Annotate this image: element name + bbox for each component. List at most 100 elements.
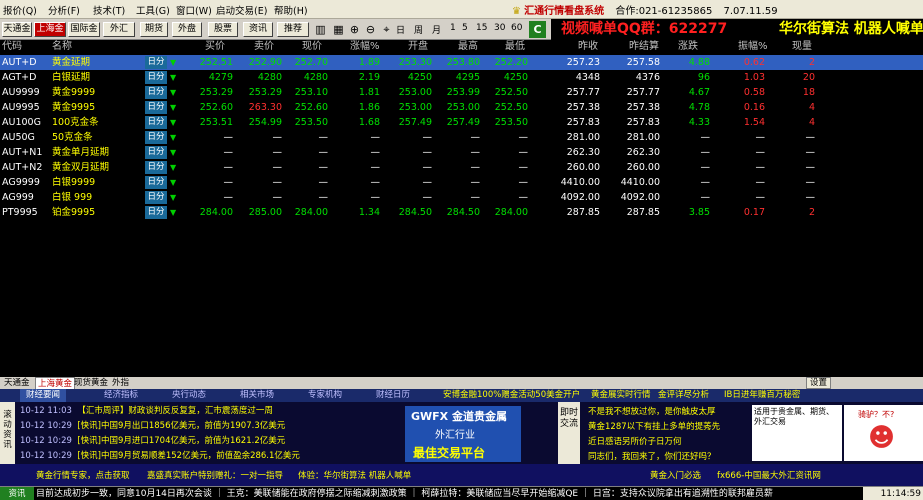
zoom-in-icon[interactable]: ⊕	[346, 21, 363, 38]
hot-link-2[interactable]: 黄金展实时行情	[591, 389, 651, 402]
chart-tag-button[interactable]: 日分	[145, 161, 167, 174]
period-60[interactable]: 60	[511, 23, 522, 33]
ad-qq-group[interactable]: 视频喊单QQ群：622277	[561, 19, 727, 40]
chart-tag-button[interactable]: 日分	[145, 101, 167, 114]
news-item[interactable]: 10-12 10:29 [快讯]中国9月贸易顺差152亿美元，前值盈余286.1…	[20, 449, 400, 464]
tb-qihuo[interactable]: 期货	[140, 22, 168, 37]
col-buy[interactable]: 买价	[205, 40, 225, 54]
period-1[interactable]: 1	[450, 23, 456, 33]
table-row[interactable]: AUT+N1 黄金单月延期 日分 ▼ — — — — — — — 262.30 262.30 — — —	[0, 145, 923, 160]
dropdown-arrow-icon[interactable]: ▼	[170, 100, 176, 115]
settings-button[interactable]: 设置	[806, 377, 832, 389]
dropdown-arrow-icon[interactable]: ▼	[170, 145, 176, 160]
col-name[interactable]: 名称	[52, 40, 72, 54]
col-chg[interactable]: 涨幅%	[350, 40, 380, 54]
menu-help[interactable]: 帮助(H)	[274, 3, 308, 17]
col-high[interactable]: 最高	[458, 40, 478, 54]
tb-zixun[interactable]: 资讯	[243, 22, 273, 37]
tab-shanghai-gold[interactable]: 上海黄金	[35, 377, 76, 389]
col-amp[interactable]: 振幅%	[738, 40, 768, 54]
table-row[interactable]: AG9999 白银9999 日分 ▼ — — — — — — — 4410.00 4410.00 — — —	[0, 175, 923, 190]
dropdown-arrow-icon[interactable]: ▼	[170, 175, 176, 190]
menu-start-trade[interactable]: 启动交易(E)	[216, 3, 267, 17]
chart-tag-button[interactable]: 日分	[145, 176, 167, 189]
col-sell[interactable]: 卖价	[254, 40, 274, 54]
col-code[interactable]: 代码	[2, 40, 22, 54]
tb-tiantongjin[interactable]: 天通金	[2, 22, 32, 37]
col-low[interactable]: 最低	[505, 40, 525, 54]
newstab-headlines[interactable]: 财经要闻	[20, 389, 67, 402]
period-30[interactable]: 30	[494, 23, 505, 33]
tab-spot-gold[interactable]: 现货黄金	[74, 377, 108, 389]
hot-link-4[interactable]: IB日进年赚百万秘密	[724, 389, 800, 402]
dropdown-arrow-icon[interactable]: ▼	[170, 205, 176, 220]
tb-shanghaijin[interactable]: 上海金	[34, 22, 66, 37]
tb-tuijian[interactable]: 推荐	[277, 22, 309, 37]
chart-tag-button[interactable]: 日分	[145, 56, 167, 69]
chat-item[interactable]: 不是我不想放过你，是你触皮太厚	[588, 405, 748, 420]
footer-link[interactable]: 黄金行情专家，点击获取	[36, 469, 130, 481]
dropdown-arrow-icon[interactable]: ▼	[170, 85, 176, 100]
refresh-icon[interactable]: C	[529, 21, 546, 38]
table-row[interactable]: AU50G 50克金条 日分 ▼ — — — — — — — 281.00 281.00 — — —	[0, 130, 923, 145]
dropdown-arrow-icon[interactable]: ▼	[170, 55, 176, 70]
footer-link[interactable]: 黄金入门必选	[650, 469, 701, 481]
zoom-out-icon[interactable]: ⊖	[362, 21, 379, 38]
chart-tag-button[interactable]: 日分	[145, 146, 167, 159]
grid-icon[interactable]: ▦	[330, 21, 347, 38]
dropdown-arrow-icon[interactable]: ▼	[170, 130, 176, 145]
menu-analysis[interactable]: 分析(F)	[48, 3, 80, 17]
newstab-calendar[interactable]: 财经日历	[376, 389, 410, 402]
cursor-icon[interactable]: ⌖	[378, 21, 395, 38]
chart-tag-button[interactable]: 日分	[145, 71, 167, 84]
chart-tag-button[interactable]: 日分	[145, 116, 167, 129]
table-row[interactable]: AUT+D 黄金延期 日分 ▼ 252.51 252.90 252.70 1.89 253.30…	[0, 55, 923, 70]
menu-window[interactable]: 窗口(W)	[176, 3, 212, 17]
chart-tag-button[interactable]: 日分	[145, 131, 167, 144]
chat-item[interactable]: 黄金1287以下有挂上多单的提莠先	[588, 420, 748, 435]
col-open[interactable]: 开盘	[408, 40, 428, 54]
ad-banner[interactable]: 视频喊单QQ群：622277 华尔街算法 机器人喊单	[551, 19, 923, 40]
table-row[interactable]: AU9995 黄金9995 日分 ▼ 252.60 263.30 252.60 1.86 253…	[0, 100, 923, 115]
hot-link-3[interactable]: 金评详尽分析	[658, 389, 709, 402]
tb-guojijin[interactable]: 国际金	[68, 22, 100, 37]
ad-software[interactable]: 适用于贵金属、期货、外汇交易	[752, 405, 842, 461]
table-row[interactable]: AU100G 100克金条 日分 ▼ 253.51 254.99 253.50 1.68 257…	[0, 115, 923, 130]
gwfx-banner[interactable]: GWFX 金道贵金属 外汇行业 最佳交易平台	[405, 406, 521, 462]
chart-tag-button[interactable]: 日分	[145, 191, 167, 204]
dropdown-arrow-icon[interactable]: ▼	[170, 70, 176, 85]
ad-robot[interactable]: 华尔街算法 机器人喊单	[779, 19, 923, 40]
footer-link[interactable]: 嘉盛真实账户特别赠礼：一对一指导	[147, 469, 283, 481]
news-status-label[interactable]: 资讯	[0, 487, 34, 500]
table-row[interactable]: PT9995 铂金9995 日分 ▼ 284.00 285.00 284.00 1.34 284…	[0, 205, 923, 220]
tb-waipan[interactable]: 外盘	[172, 22, 202, 37]
dropdown-arrow-icon[interactable]: ▼	[170, 160, 176, 175]
news-item[interactable]: 10-12 11:03 【汇市周评】财政谈判反反复复，汇市震荡度过一周	[20, 404, 400, 419]
footer-link[interactable]: fx666-中国最大外汇资讯网	[717, 469, 821, 481]
tab-tiantongjin[interactable]: 天通金	[4, 377, 30, 389]
newstab-central-bank[interactable]: 央行动态	[172, 389, 206, 402]
table-row[interactable]: AU9999 黄金9999 日分 ▼ 253.29 253.29 253.10 1.81 253…	[0, 85, 923, 100]
col-prev[interactable]: 昨收	[578, 40, 598, 54]
col-diff[interactable]: 涨跌	[678, 40, 698, 54]
tab-index[interactable]: 外指	[112, 377, 129, 389]
table-row[interactable]: AG999 白银 999 日分 ▼ — — — — — — — 4092.00 4092.00 — — —	[0, 190, 923, 205]
footer-link[interactable]: 体验：华尔街算法 机器人喊单	[298, 469, 411, 481]
news-item[interactable]: 10-12 10:29 [快讯]中国9月出口1856亿美元，前值为1907.3亿…	[20, 419, 400, 434]
period-5[interactable]: 5	[462, 23, 468, 33]
chat-item[interactable]: 近日感语另所价子日万何	[588, 435, 748, 450]
menu-technical[interactable]: 技术(T)	[93, 3, 125, 17]
chart-tag-button[interactable]: 日分	[145, 86, 167, 99]
ad-image[interactable]: 骑驴？不? ☻	[844, 405, 923, 461]
news-item[interactable]: 10-12 10:29 [快讯]中国9月进口1704亿美元，前值为1621.2亿…	[20, 434, 400, 449]
chart-tag-button[interactable]: 日分	[145, 206, 167, 219]
hot-link-1[interactable]: 安博金融100%赠金活动50美金开户	[443, 389, 580, 402]
table-row[interactable]: AUT+N2 黄金双月延期 日分 ▼ — — — — — — — 260.00 260.00 — — —	[0, 160, 923, 175]
col-vol[interactable]: 现量	[792, 40, 812, 54]
chat-item[interactable]: 同志们，我回来了，你们还好吗？	[588, 450, 748, 465]
col-prevset[interactable]: 昨结算	[629, 40, 659, 54]
tb-gupiao[interactable]: 股票	[208, 22, 238, 37]
period-day[interactable]: 日	[396, 23, 405, 36]
menu-quote[interactable]: 报价(Q)	[3, 3, 37, 17]
dropdown-arrow-icon[interactable]: ▼	[170, 190, 176, 205]
